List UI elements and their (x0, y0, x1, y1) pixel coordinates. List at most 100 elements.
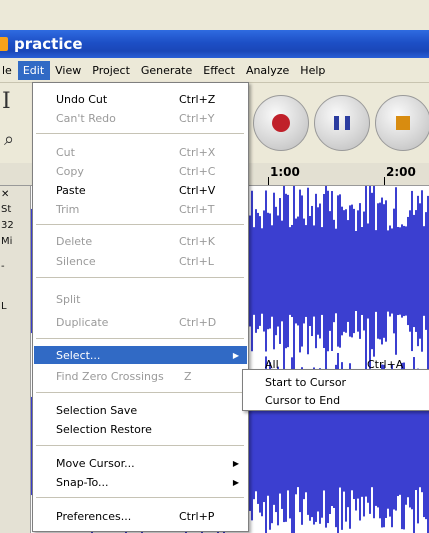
waveform-sample (281, 220, 283, 322)
waveform-sample (309, 215, 311, 327)
selection-tool-icon[interactable]: I (2, 89, 11, 114)
menu-analyze[interactable]: Analyze (241, 61, 295, 80)
waveform-sample (405, 226, 407, 316)
waveform-sample (311, 205, 313, 337)
waveform-sample (295, 218, 297, 324)
menu-item-selection-save[interactable]: Selection Save (34, 401, 247, 419)
waveform-sample (379, 202, 381, 340)
menu-file[interactable]: le (0, 61, 18, 80)
menu-item-find-zero-crossings[interactable]: Find Zero Crossings Z (34, 367, 247, 385)
waveform-sample (385, 200, 387, 342)
menu-edit[interactable]: Edit (17, 60, 51, 80)
title-bar[interactable]: practice (0, 30, 429, 58)
submenu-item-cursor-to-end[interactable]: Cursor to End (243, 394, 429, 412)
menu-item-shortcut: Ctrl+D (179, 315, 217, 329)
menu-item-paste[interactable]: Paste Ctrl+V (34, 181, 247, 199)
waveform-sample (419, 404, 421, 488)
menu-item-delete[interactable]: Delete Ctrl+K (34, 232, 247, 250)
waveform-sample (283, 186, 285, 371)
menu-item-cut[interactable]: Cut Ctrl+X (34, 143, 247, 161)
submenu-item-all[interactable]: All Ctrl+A (243, 358, 429, 376)
waveform-sample (297, 404, 299, 488)
waveform-sample (419, 203, 421, 339)
menu-item-silence[interactable]: Silence Ctrl+L (34, 252, 247, 270)
track-info-fragment: Mi (1, 236, 13, 247)
waveform-sample (357, 210, 359, 332)
menu-bar: le Edit View Project Generate Effect Ana… (0, 58, 429, 83)
waveform-sample (371, 404, 373, 488)
menu-generate[interactable]: Generate (136, 61, 198, 80)
record-button[interactable] (253, 95, 309, 151)
waveform-sample (341, 206, 343, 336)
menu-item-preferences[interactable]: Preferences... Ctrl+P (34, 507, 247, 525)
menu-project[interactable]: Project (87, 61, 136, 80)
menu-item-shortcut: Ctrl+P (179, 509, 215, 523)
menu-item-shortcut: Z (184, 369, 192, 383)
waveform-sample (409, 210, 411, 332)
submenu-arrow-icon: ▶ (232, 477, 239, 487)
menu-item-label: All (265, 358, 279, 371)
menu-item-split[interactable]: Split (34, 290, 247, 308)
waveform-sample (305, 399, 307, 493)
menu-effect[interactable]: Effect (198, 61, 241, 80)
submenu-arrow-icon: ▶ (232, 350, 239, 360)
waveform-sample (387, 230, 389, 312)
menu-help[interactable]: Help (295, 61, 331, 80)
zoom-tool-icon[interactable]: ⌕ (4, 129, 14, 150)
waveform-sample (253, 227, 255, 315)
select-submenu: All Ctrl+A Start to Cursor Cursor to End (242, 358, 429, 412)
ruler-label-1min: 1:00 (270, 165, 300, 179)
waveform-sample (403, 225, 405, 317)
menu-item-shortcut: Ctrl+Y (179, 111, 215, 125)
menu-item-copy[interactable]: Copy Ctrl+C (34, 162, 247, 180)
waveform-sample (415, 210, 417, 332)
track-pan-fragment: L (1, 301, 7, 312)
waveform-sample (383, 204, 385, 338)
stop-button[interactable] (375, 95, 429, 151)
waveform-sample (289, 227, 291, 315)
waveform-sample (299, 189, 301, 353)
menu-item-move-cursor[interactable]: Move Cursor... ▶ (34, 454, 247, 472)
menu-item-trim[interactable]: Trim Ctrl+T (34, 200, 247, 218)
waveform-sample (325, 186, 327, 365)
menu-view[interactable]: View (50, 61, 87, 80)
menu-item-undo[interactable]: Undo Cut Ctrl+Z (34, 90, 247, 108)
submenu-item-start-to-cursor[interactable]: Start to Cursor (243, 376, 429, 394)
menu-item-label: Select... (56, 348, 101, 362)
waveform-sample (417, 195, 419, 347)
waveform-sample (393, 208, 395, 334)
waveform-sample (277, 215, 279, 327)
menu-item-redo[interactable]: Can't Redo Ctrl+Y (34, 109, 247, 127)
waveform-sample (285, 193, 287, 349)
waveform-sample (279, 198, 281, 344)
waveform-sample (295, 397, 297, 495)
menu-item-label: Preferences... (56, 509, 132, 523)
menu-separator (36, 224, 244, 225)
track-close-icon[interactable]: ✕ (1, 189, 9, 200)
track-control-panel[interactable]: ✕ St 32 Mi - L (0, 186, 31, 533)
waveform-sample (401, 224, 403, 318)
track-info-fragment: St (1, 204, 12, 215)
menu-item-label: Snap-To... (56, 475, 109, 489)
waveform-sample (329, 211, 331, 331)
menu-item-shortcut: Ctrl+X (179, 145, 216, 159)
waveform-sample (369, 186, 371, 369)
waveform-sample (361, 227, 363, 315)
waveform-sample (321, 227, 323, 315)
pause-icon (334, 116, 350, 130)
waveform-sample (271, 225, 273, 317)
waveform-sample (345, 209, 347, 333)
waveform-sample (269, 213, 271, 329)
menu-item-snap-to[interactable]: Snap-To... ▶ (34, 473, 247, 491)
menu-item-selection-restore[interactable]: Selection Restore (34, 420, 247, 438)
waveform-sample (389, 225, 391, 317)
waveform-sample (411, 190, 413, 352)
waveform-sample (347, 220, 349, 322)
menu-item-select[interactable]: Select... ▶ (34, 346, 247, 364)
waveform-sample (297, 216, 299, 326)
waveform-sample (425, 212, 427, 330)
waveform-sample (275, 206, 277, 336)
pause-button[interactable] (314, 95, 370, 151)
menu-item-duplicate[interactable]: Duplicate Ctrl+D (34, 313, 247, 331)
waveform-sample (301, 195, 303, 347)
